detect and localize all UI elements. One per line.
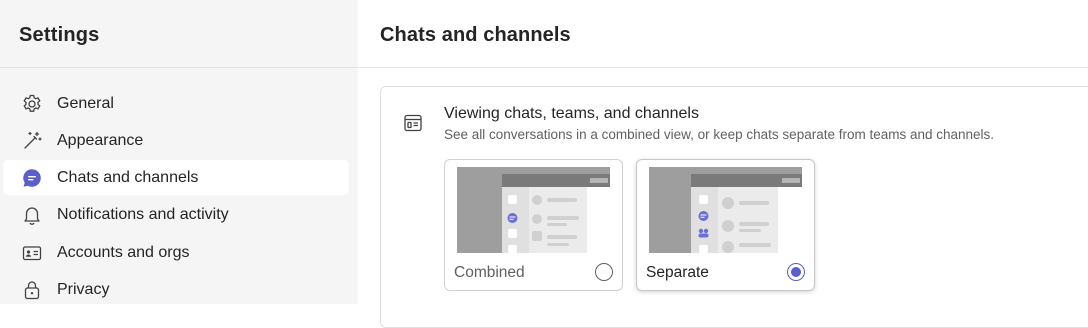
sidebar-item-label: Notifications and activity <box>57 205 229 223</box>
sidebar-item-accounts-and-orgs[interactable]: Accounts and orgs <box>3 235 349 270</box>
option-label: Separate <box>646 264 709 281</box>
lock-icon <box>21 279 43 301</box>
option-label: Combined <box>454 264 525 281</box>
sidebar-item-label: Accounts and orgs <box>57 243 190 261</box>
sidebar-item-appearance[interactable]: Appearance <box>3 123 349 158</box>
sidebar-item-privacy[interactable]: Privacy <box>3 272 349 307</box>
bell-icon <box>21 204 43 226</box>
section-description: See all conversations in a combined view… <box>444 127 995 142</box>
sidebar-title: Settings <box>19 24 100 46</box>
id-card-icon <box>21 242 43 264</box>
page-title: Chats and channels <box>380 24 571 46</box>
combined-radio[interactable] <box>595 263 613 281</box>
sidebar-item-label: Chats and channels <box>57 168 199 186</box>
sidebar-item-notifications-and-activity[interactable]: Notifications and activity <box>3 197 349 232</box>
sidebar-item-general[interactable]: General <box>3 86 349 121</box>
separate-view-preview <box>649 167 802 253</box>
gear-icon <box>21 93 43 115</box>
section-title: Viewing chats, teams, and channels <box>444 105 699 122</box>
sidebar-item-chats-and-channels[interactable]: Chats and channels <box>3 160 349 195</box>
separate-view-option[interactable]: Separate <box>636 159 815 291</box>
header-divider <box>358 67 1088 68</box>
combined-view-preview <box>457 167 610 253</box>
combined-view-option[interactable]: Combined <box>444 159 623 291</box>
sidebar-item-label: Privacy <box>57 280 110 298</box>
sidebar-item-label: Appearance <box>57 131 144 149</box>
separate-radio[interactable] <box>787 263 805 281</box>
sidebar-divider <box>0 67 358 68</box>
magic-wand-icon <box>21 130 43 152</box>
sidebar-item-label: General <box>57 94 114 112</box>
chat-bubble-icon <box>21 167 43 189</box>
layout-view-icon <box>403 113 423 133</box>
settings-sidebar: Settings General Appearance Chats and ch… <box>0 0 358 304</box>
